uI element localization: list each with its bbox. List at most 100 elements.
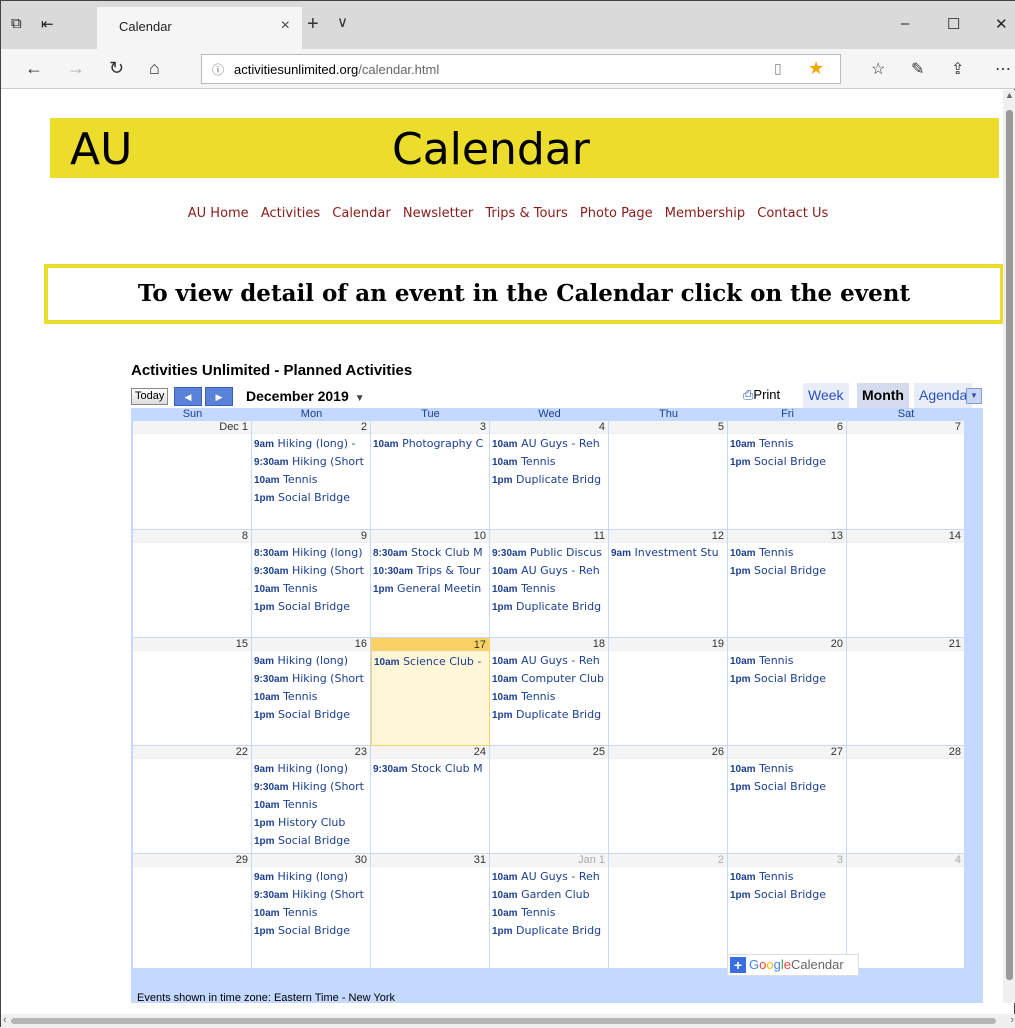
event-item[interactable]: 1pm Duplicate Bridg (492, 600, 607, 618)
event-item[interactable]: 1pm History Club (254, 816, 369, 834)
event-item[interactable]: 9:30am Public Discus (492, 546, 607, 564)
nav-contact-us[interactable]: Contact Us (757, 206, 828, 221)
event-item[interactable]: 1pm Social Bridge (254, 600, 369, 618)
pen-icon[interactable]: ✎ (911, 59, 924, 79)
favorites-list-icon[interactable]: ☆ (871, 59, 885, 79)
event-item[interactable]: 10am Tennis (730, 762, 845, 780)
event-item[interactable]: 9:30am Hiking (Short (254, 780, 369, 798)
day-cell[interactable]: 20 10am Tennis 1pm Social Bridge (728, 638, 847, 746)
day-cell[interactable]: 26 (609, 746, 728, 854)
event-item[interactable]: 9am Hiking (long) (254, 762, 369, 780)
day-cell[interactable]: 6 10am Tennis 1pm Social Bridge (728, 421, 847, 530)
day-cell[interactable]: 29 (133, 854, 252, 969)
event-item[interactable]: 10am Tennis (254, 690, 369, 708)
event-item[interactable]: 10am Computer Club (492, 672, 607, 690)
nav-newsletter[interactable]: Newsletter (403, 206, 473, 221)
nav-membership[interactable]: Membership (665, 206, 745, 221)
day-cell[interactable]: 2 (609, 854, 728, 969)
nav-calendar[interactable]: Calendar (332, 206, 390, 221)
scroll-thumb[interactable] (1006, 110, 1013, 980)
day-cell[interactable]: 4 (847, 854, 965, 969)
day-cell[interactable]: Dec 1 (133, 421, 252, 530)
day-cell[interactable]: 17 10am Science Club - (371, 638, 490, 746)
event-item[interactable]: 10am Tennis (492, 906, 607, 924)
nav-au-home[interactable]: AU Home (188, 206, 249, 221)
tab-sets-icon[interactable]: ⧉ (11, 15, 22, 32)
month-picker[interactable]: December 2019 ▼ (246, 388, 365, 404)
event-item[interactable]: 10am Tennis (730, 546, 845, 564)
event-item[interactable]: 10:30am Trips & Tour (373, 564, 488, 582)
home-icon[interactable]: ⌂ (149, 58, 160, 79)
tab-close-icon[interactable]: × (281, 17, 290, 35)
event-item[interactable]: 1pm Duplicate Bridg (492, 473, 607, 491)
day-cell[interactable]: Jan 1 10am AU Guys - Reh 10am Garden Club 1… (490, 854, 609, 969)
event-item[interactable]: 10am Tennis (492, 582, 607, 600)
day-cell[interactable]: 5 (609, 421, 728, 530)
event-item[interactable]: 9:30am Hiking (Short (254, 672, 369, 690)
tab-agenda[interactable]: Agenda (914, 383, 973, 408)
share-icon[interactable]: ⇪ (951, 59, 964, 79)
event-item[interactable]: 8:30am Stock Club M (373, 546, 488, 564)
day-cell[interactable]: 25 (490, 746, 609, 854)
day-cell[interactable]: 8 (133, 530, 252, 638)
event-item[interactable]: 10am Science Club - (374, 655, 489, 673)
favorite-star-icon[interactable]: ★ (808, 58, 824, 79)
tab-preview-chevron-icon[interactable]: ∨ (337, 13, 348, 31)
day-cell[interactable]: 19 (609, 638, 728, 746)
scroll-right-icon[interactable]: › (1010, 1014, 1014, 1026)
day-cell[interactable]: 11 9:30am Public Discus 10am AU Guys - Reh… (490, 530, 609, 638)
scroll-up-icon[interactable]: ▲ (1005, 90, 1014, 100)
new-tab-button[interactable]: + (307, 13, 319, 36)
event-item[interactable]: 10am AU Guys - Reh (492, 564, 607, 582)
event-item[interactable]: 1pm Social Bridge (730, 780, 845, 798)
vertical-scrollbar[interactable]: ▲ (1003, 90, 1015, 1003)
set-aside-tabs-icon[interactable]: ⇤ (41, 15, 54, 33)
event-item[interactable]: 1pm Social Bridge (254, 491, 369, 509)
reading-view-icon[interactable]: ▯ (774, 60, 782, 77)
address-bar[interactable]: ⓘ activitiesunlimited.org/calendar.html … (201, 54, 841, 84)
event-item[interactable]: 1pm Duplicate Bridg (492, 708, 607, 726)
scroll-left-icon[interactable]: ‹ (3, 1014, 7, 1026)
view-dropdown-icon[interactable]: ▼ (966, 388, 982, 404)
day-cell[interactable]: 12 9am Investment Stu (609, 530, 728, 638)
next-month-button[interactable]: ▶ (205, 387, 233, 406)
day-cell[interactable]: 13 10am Tennis 1pm Social Bridge (728, 530, 847, 638)
event-item[interactable]: 10am Tennis (254, 798, 369, 816)
event-item[interactable]: 9am Hiking (long) - (254, 437, 369, 455)
day-cell[interactable]: 22 (133, 746, 252, 854)
day-cell[interactable]: 14 (847, 530, 965, 638)
day-cell[interactable]: 27 10am Tennis 1pm Social Bridge (728, 746, 847, 854)
prev-month-button[interactable]: ◀ (174, 387, 202, 406)
day-cell[interactable]: 3 10am Tennis 1pm Social Bridge (728, 854, 847, 969)
day-cell[interactable]: 3 10am Photography C (371, 421, 490, 530)
day-cell[interactable]: 31 (371, 854, 490, 969)
event-item[interactable]: 9:30am Stock Club M (373, 762, 488, 780)
day-cell[interactable]: 23 9am Hiking (long) 9:30am Hiking (Short 1… (252, 746, 371, 854)
maximize-button[interactable]: ☐ (947, 15, 960, 33)
refresh-icon[interactable]: ↻ (109, 58, 124, 79)
event-item[interactable]: 10am AU Guys - Reh (492, 870, 607, 888)
event-item[interactable]: 10am Tennis (254, 473, 369, 491)
event-item[interactable]: 9:30am Hiking (Short (254, 564, 369, 582)
event-item[interactable]: 9am Hiking (long) (254, 654, 369, 672)
event-item[interactable]: 10am Photography C (373, 437, 488, 455)
back-arrow-icon[interactable]: ← (25, 58, 43, 79)
event-item[interactable]: 10am Tennis (254, 906, 369, 924)
event-item[interactable]: 1pm General Meetin (373, 582, 488, 600)
forward-arrow-icon[interactable]: → (67, 58, 85, 79)
event-item[interactable]: 10am AU Guys - Reh (492, 654, 607, 672)
event-item[interactable]: 8:30am Hiking (long) (254, 546, 369, 564)
day-cell[interactable]: 10 8:30am Stock Club M 10:30am Trips & Tou… (371, 530, 490, 638)
day-cell[interactable]: 4 10am AU Guys - Reh 10am Tennis 1pm Duplic… (490, 421, 609, 530)
day-cell[interactable]: 16 9am Hiking (long) 9:30am Hiking (Short 1… (252, 638, 371, 746)
event-item[interactable]: 1pm Social Bridge (254, 834, 369, 852)
day-cell[interactable]: 30 9am Hiking (long) 9:30am Hiking (Short 1… (252, 854, 371, 969)
event-item[interactable]: 1pm Social Bridge (254, 924, 369, 942)
hscroll-thumb[interactable] (11, 1018, 996, 1024)
event-item[interactable]: 1pm Social Bridge (254, 708, 369, 726)
event-item[interactable]: 9:30am Hiking (Short (254, 455, 369, 473)
day-cell[interactable]: 21 (847, 638, 965, 746)
day-cell[interactable]: 24 9:30am Stock Club M (371, 746, 490, 854)
day-cell[interactable]: 7 (847, 421, 965, 530)
nav-trips-tours[interactable]: Trips & Tours (485, 206, 567, 221)
